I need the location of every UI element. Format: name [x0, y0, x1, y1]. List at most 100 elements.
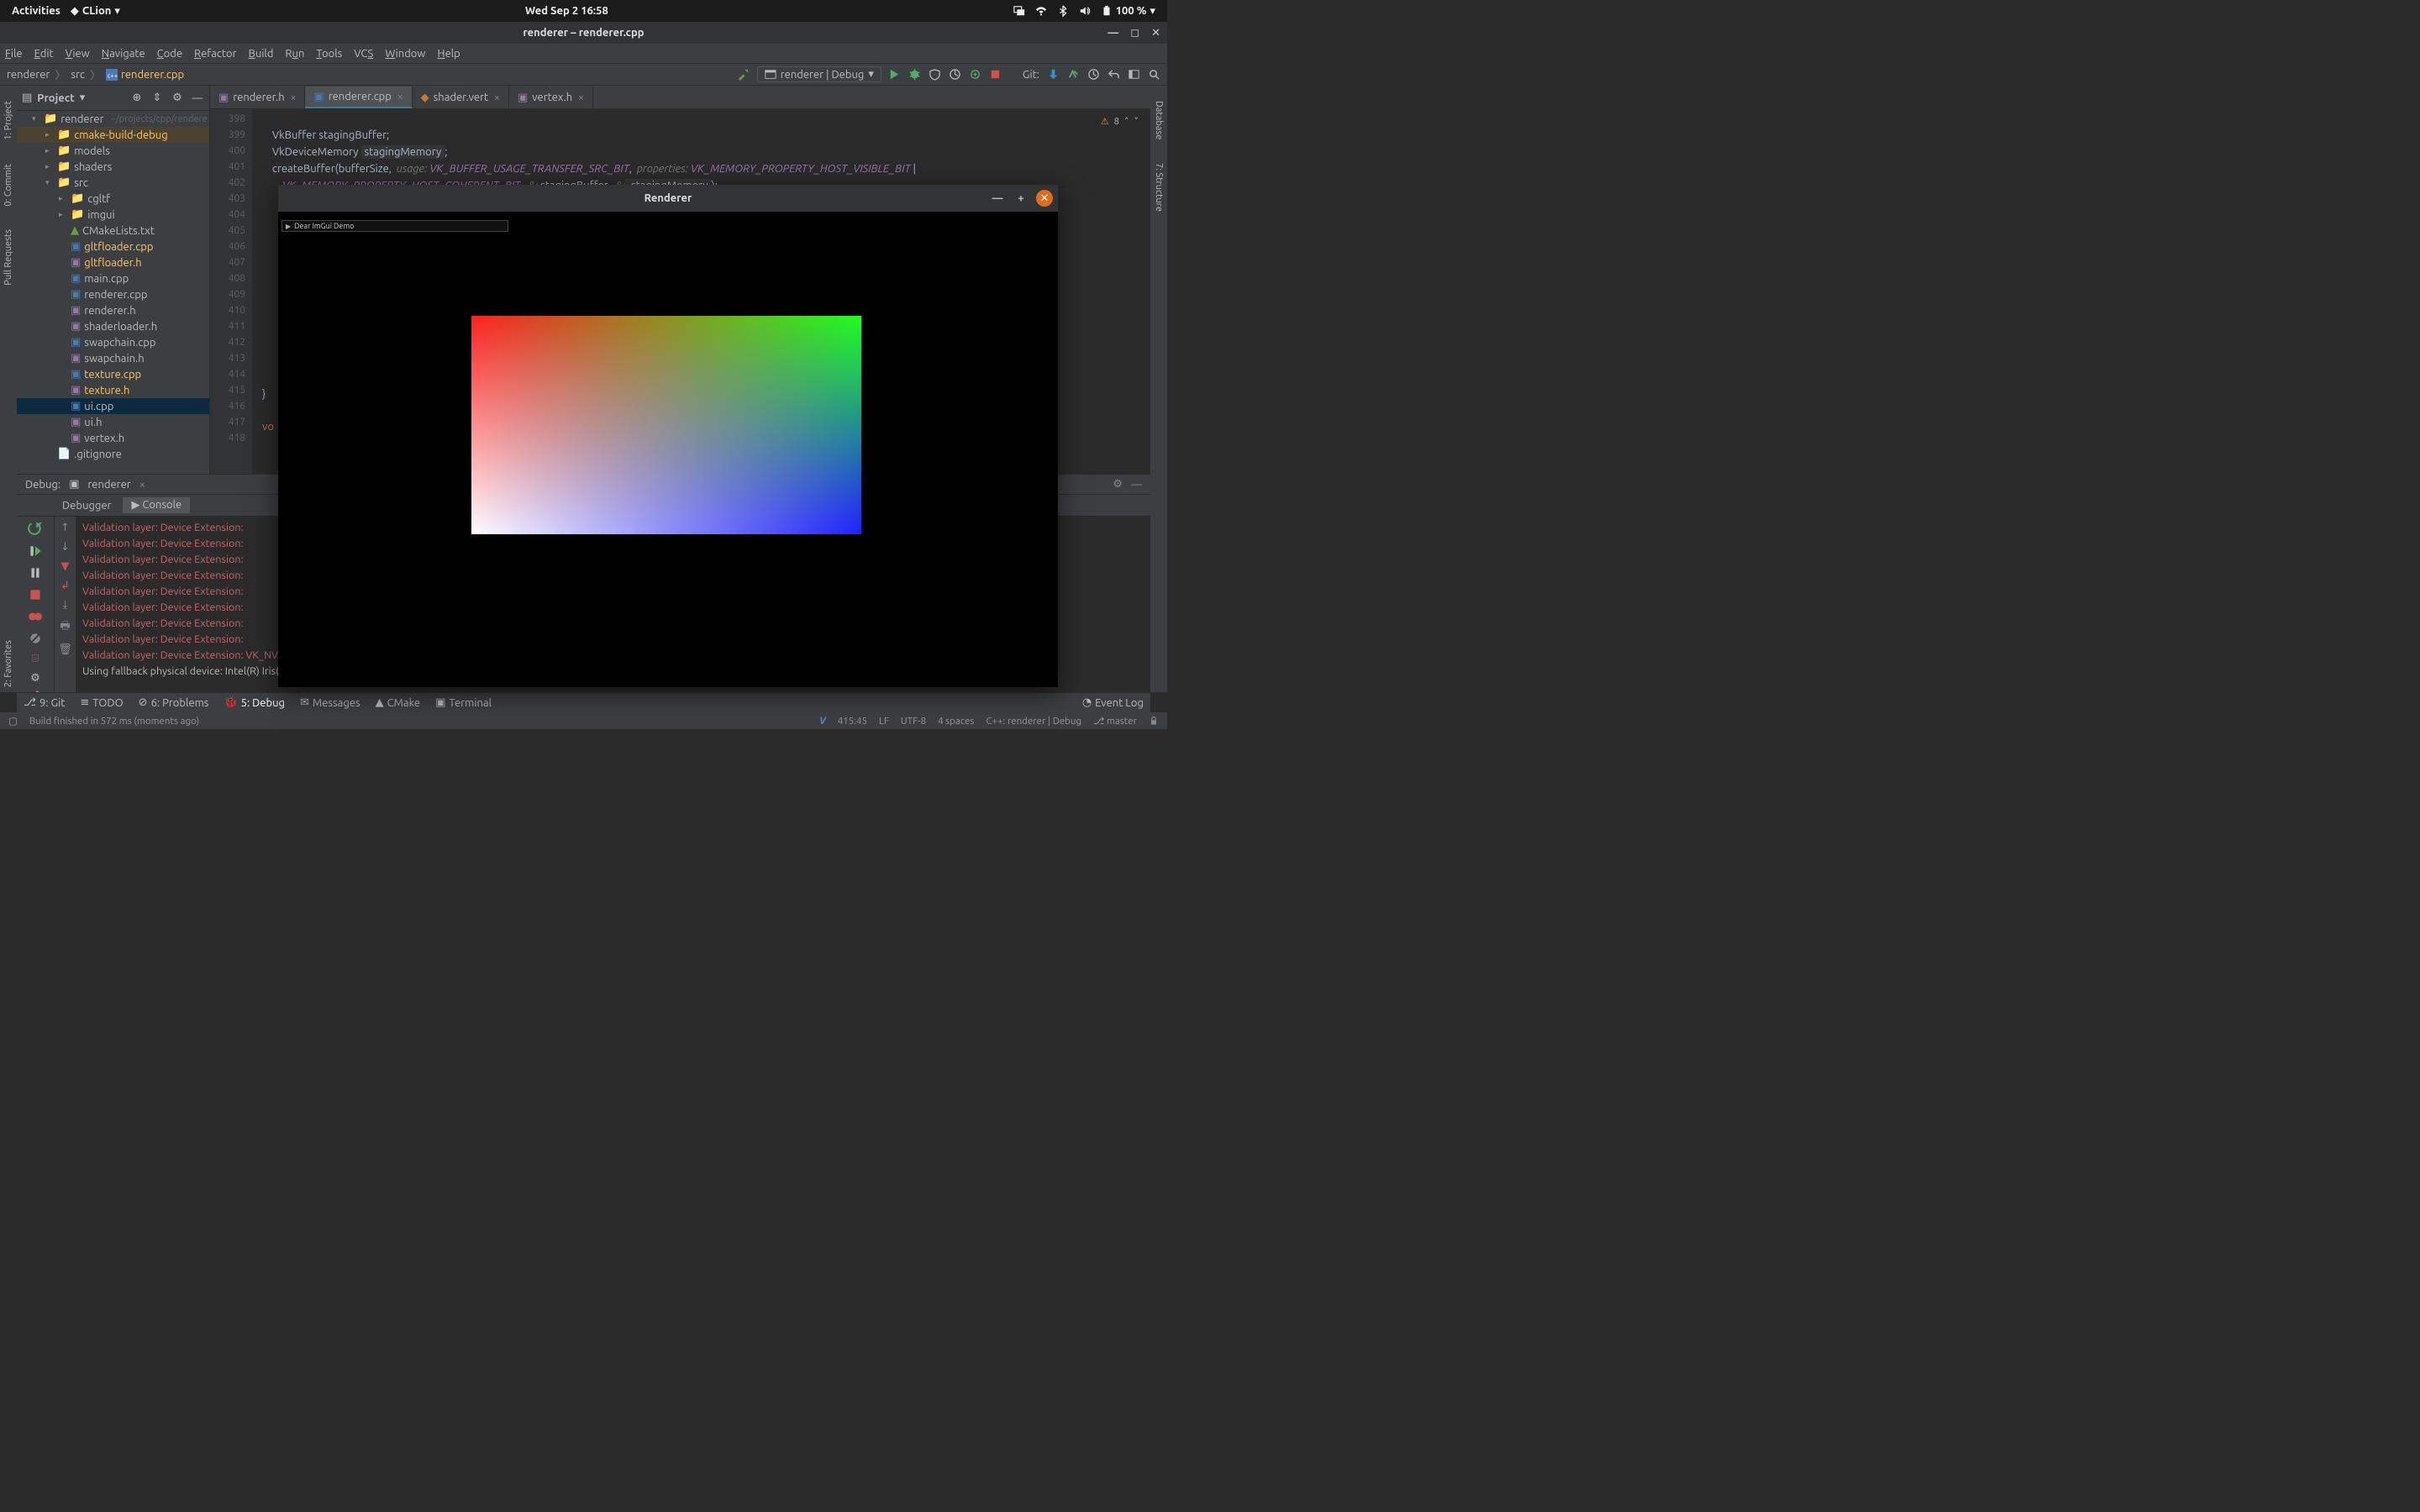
collapse-triangle-icon[interactable]: ▶: [286, 223, 291, 230]
minimize-button[interactable]: —: [1107, 27, 1118, 39]
renderer-titlebar[interactable]: Renderer — + ✕: [278, 185, 1058, 212]
tool-debug[interactable]: 🐞 5: Debug: [224, 696, 285, 709]
editor-tab[interactable]: ▣renderer.cpp×: [305, 87, 412, 108]
tree-file[interactable]: ▣texture.h: [17, 382, 209, 398]
stripe-pull-requests[interactable]: Pull Requests: [3, 224, 13, 291]
project-view-title[interactable]: Project: [37, 92, 74, 104]
tool-window-quick-access-icon[interactable]: ▢: [8, 715, 18, 727]
soft-wrap-icon[interactable]: ↲: [60, 580, 70, 592]
tab-debugger[interactable]: Debugger: [54, 498, 119, 513]
run-config-selector[interactable]: renderer | Debug ▾: [757, 66, 881, 82]
stop-button[interactable]: [989, 68, 1002, 81]
hide-icon[interactable]: —: [1131, 479, 1142, 491]
tool-todo[interactable]: ≡ TODO: [80, 696, 123, 709]
debug-button[interactable]: [908, 68, 922, 81]
maximize-button[interactable]: +: [1013, 190, 1029, 207]
print-icon[interactable]: 🖶: [60, 618, 70, 637]
tree-file[interactable]: ▣main.cpp: [17, 270, 209, 286]
tree-folder[interactable]: ▾📁src: [17, 175, 209, 191]
editor-tab[interactable]: ◆shader.vert×: [413, 87, 509, 108]
rerun-icon[interactable]: [28, 522, 43, 537]
volume-icon[interactable]: [1074, 5, 1096, 17]
vcs-rollback-icon[interactable]: [1107, 68, 1120, 81]
tree-file[interactable]: ▣ui.h: [17, 414, 209, 430]
tree-file[interactable]: ▣shaderloader.h: [17, 318, 209, 334]
tree-file[interactable]: ▣swapchain.cpp: [17, 334, 209, 350]
activities-button[interactable]: Activities: [7, 5, 66, 17]
tree-file[interactable]: ▣gltfloader.h: [17, 255, 209, 270]
close-tab-icon[interactable]: ×: [578, 92, 584, 103]
view-breakpoints-icon[interactable]: [28, 609, 43, 624]
menu-build[interactable]: Build: [249, 48, 274, 60]
scroll-end-icon[interactable]: ⤓: [63, 599, 68, 612]
menu-file[interactable]: File: [5, 48, 23, 60]
stripe-structure[interactable]: 7: Structure: [1154, 158, 1164, 217]
expand-all-icon[interactable]: ⇕: [150, 92, 164, 105]
attach-button[interactable]: [969, 68, 982, 81]
tree-root[interactable]: ▾📁renderer~/projects/cpp/rendere: [17, 111, 209, 127]
menu-edit[interactable]: Edit: [34, 48, 54, 60]
renderer-output-window[interactable]: Renderer — + ✕ ▶ Dear ImGui Demo: [278, 185, 1058, 687]
maximize-button[interactable]: ◻: [1130, 27, 1139, 39]
stop-icon[interactable]: [28, 587, 43, 602]
gear-icon[interactable]: ⚙: [171, 92, 184, 105]
line-separator[interactable]: LF: [879, 716, 889, 727]
tree-file[interactable]: ▣renderer.cpp: [17, 286, 209, 302]
close-tab-icon[interactable]: ×: [494, 92, 500, 103]
filter-icon[interactable]: ▼: [61, 560, 70, 573]
close-tab-icon[interactable]: ×: [291, 92, 297, 103]
editor-tab[interactable]: ▣vertex.h×: [509, 87, 593, 108]
app-menu[interactable]: ◆ CLion ▾: [66, 5, 125, 18]
debug-target[interactable]: renderer: [87, 479, 130, 491]
tray-screen-icon[interactable]: [1008, 5, 1030, 17]
breadcrumb-file[interactable]: c++ renderer.cpp: [106, 69, 184, 81]
tree-folder[interactable]: ▸📁cgltf: [17, 191, 209, 207]
menu-code[interactable]: Code: [157, 48, 182, 60]
clock-label[interactable]: Wed Sep 2 16:58: [520, 5, 613, 17]
stripe-database[interactable]: Database: [1154, 96, 1164, 144]
inspections-widget[interactable]: ⚠8 ˄ ˅: [1101, 114, 1139, 130]
search-everywhere-icon[interactable]: [1147, 68, 1160, 81]
stripe-commit[interactable]: 0: Commit: [3, 159, 13, 212]
tree-folder[interactable]: ▸📁shaders: [17, 159, 209, 175]
mute-breakpoints-icon[interactable]: [28, 631, 43, 646]
breadcrumb-folder[interactable]: src: [71, 69, 85, 81]
renderer-viewport[interactable]: ▶ Dear ImGui Demo: [278, 212, 1058, 687]
close-tab-icon[interactable]: ×: [397, 92, 403, 102]
breadcrumb-root[interactable]: renderer: [7, 69, 50, 81]
chevron-down-icon[interactable]: ˅: [1134, 114, 1139, 130]
menu-help[interactable]: Help: [438, 48, 460, 60]
tab-console[interactable]: ▶ Console: [123, 497, 190, 513]
editor-tab[interactable]: ▣renderer.h×: [210, 87, 305, 108]
tree-file[interactable]: ▣ui.cpp: [17, 398, 209, 414]
close-button[interactable]: ✕: [1036, 190, 1053, 207]
tree-folder[interactable]: ▸📁imgui: [17, 207, 209, 223]
bluetooth-icon[interactable]: [1052, 5, 1074, 17]
git-branch[interactable]: ⎇ master: [1093, 715, 1137, 727]
tree-file[interactable]: ▣gltfloader.cpp: [17, 239, 209, 255]
imgui-demo-window[interactable]: ▶ Dear ImGui Demo: [281, 220, 508, 232]
tree-file[interactable]: ▣swapchain.h: [17, 350, 209, 366]
gdb-icon[interactable]: ⌸: [28, 653, 43, 665]
tool-git[interactable]: ⎇ 9: Git: [24, 696, 65, 709]
minimize-button[interactable]: —: [989, 190, 1006, 207]
menu-vcs[interactable]: VCS: [354, 48, 373, 60]
menu-view[interactable]: View: [66, 48, 90, 60]
vim-indicator-icon[interactable]: V: [819, 716, 826, 727]
tree-file[interactable]: ▲CMakeLists.txt: [17, 223, 209, 239]
tool-messages[interactable]: ✉ Messages: [300, 696, 360, 709]
indent-settings[interactable]: 4 spaces: [938, 716, 974, 727]
lock-icon[interactable]: [1149, 716, 1159, 726]
menu-tools[interactable]: Tools: [316, 48, 342, 60]
battery-indicator[interactable]: 100 % ▾: [1096, 5, 1160, 18]
context-config[interactable]: C++: renderer | Debug: [986, 716, 1081, 727]
caret-position[interactable]: 415:45: [838, 716, 867, 727]
wifi-icon[interactable]: [1030, 5, 1052, 17]
tool-problems[interactable]: ⊘ 6: Problems: [139, 696, 209, 709]
menu-run[interactable]: Run: [285, 48, 304, 60]
stripe-project[interactable]: 1: Project: [3, 96, 13, 145]
ide-layout-icon[interactable]: [1127, 68, 1140, 81]
chevron-down-icon[interactable]: ▾: [80, 92, 86, 104]
line-gutter[interactable]: 3983994004014024034044054064074084094104…: [210, 109, 252, 474]
menu-window[interactable]: Window: [385, 48, 425, 60]
